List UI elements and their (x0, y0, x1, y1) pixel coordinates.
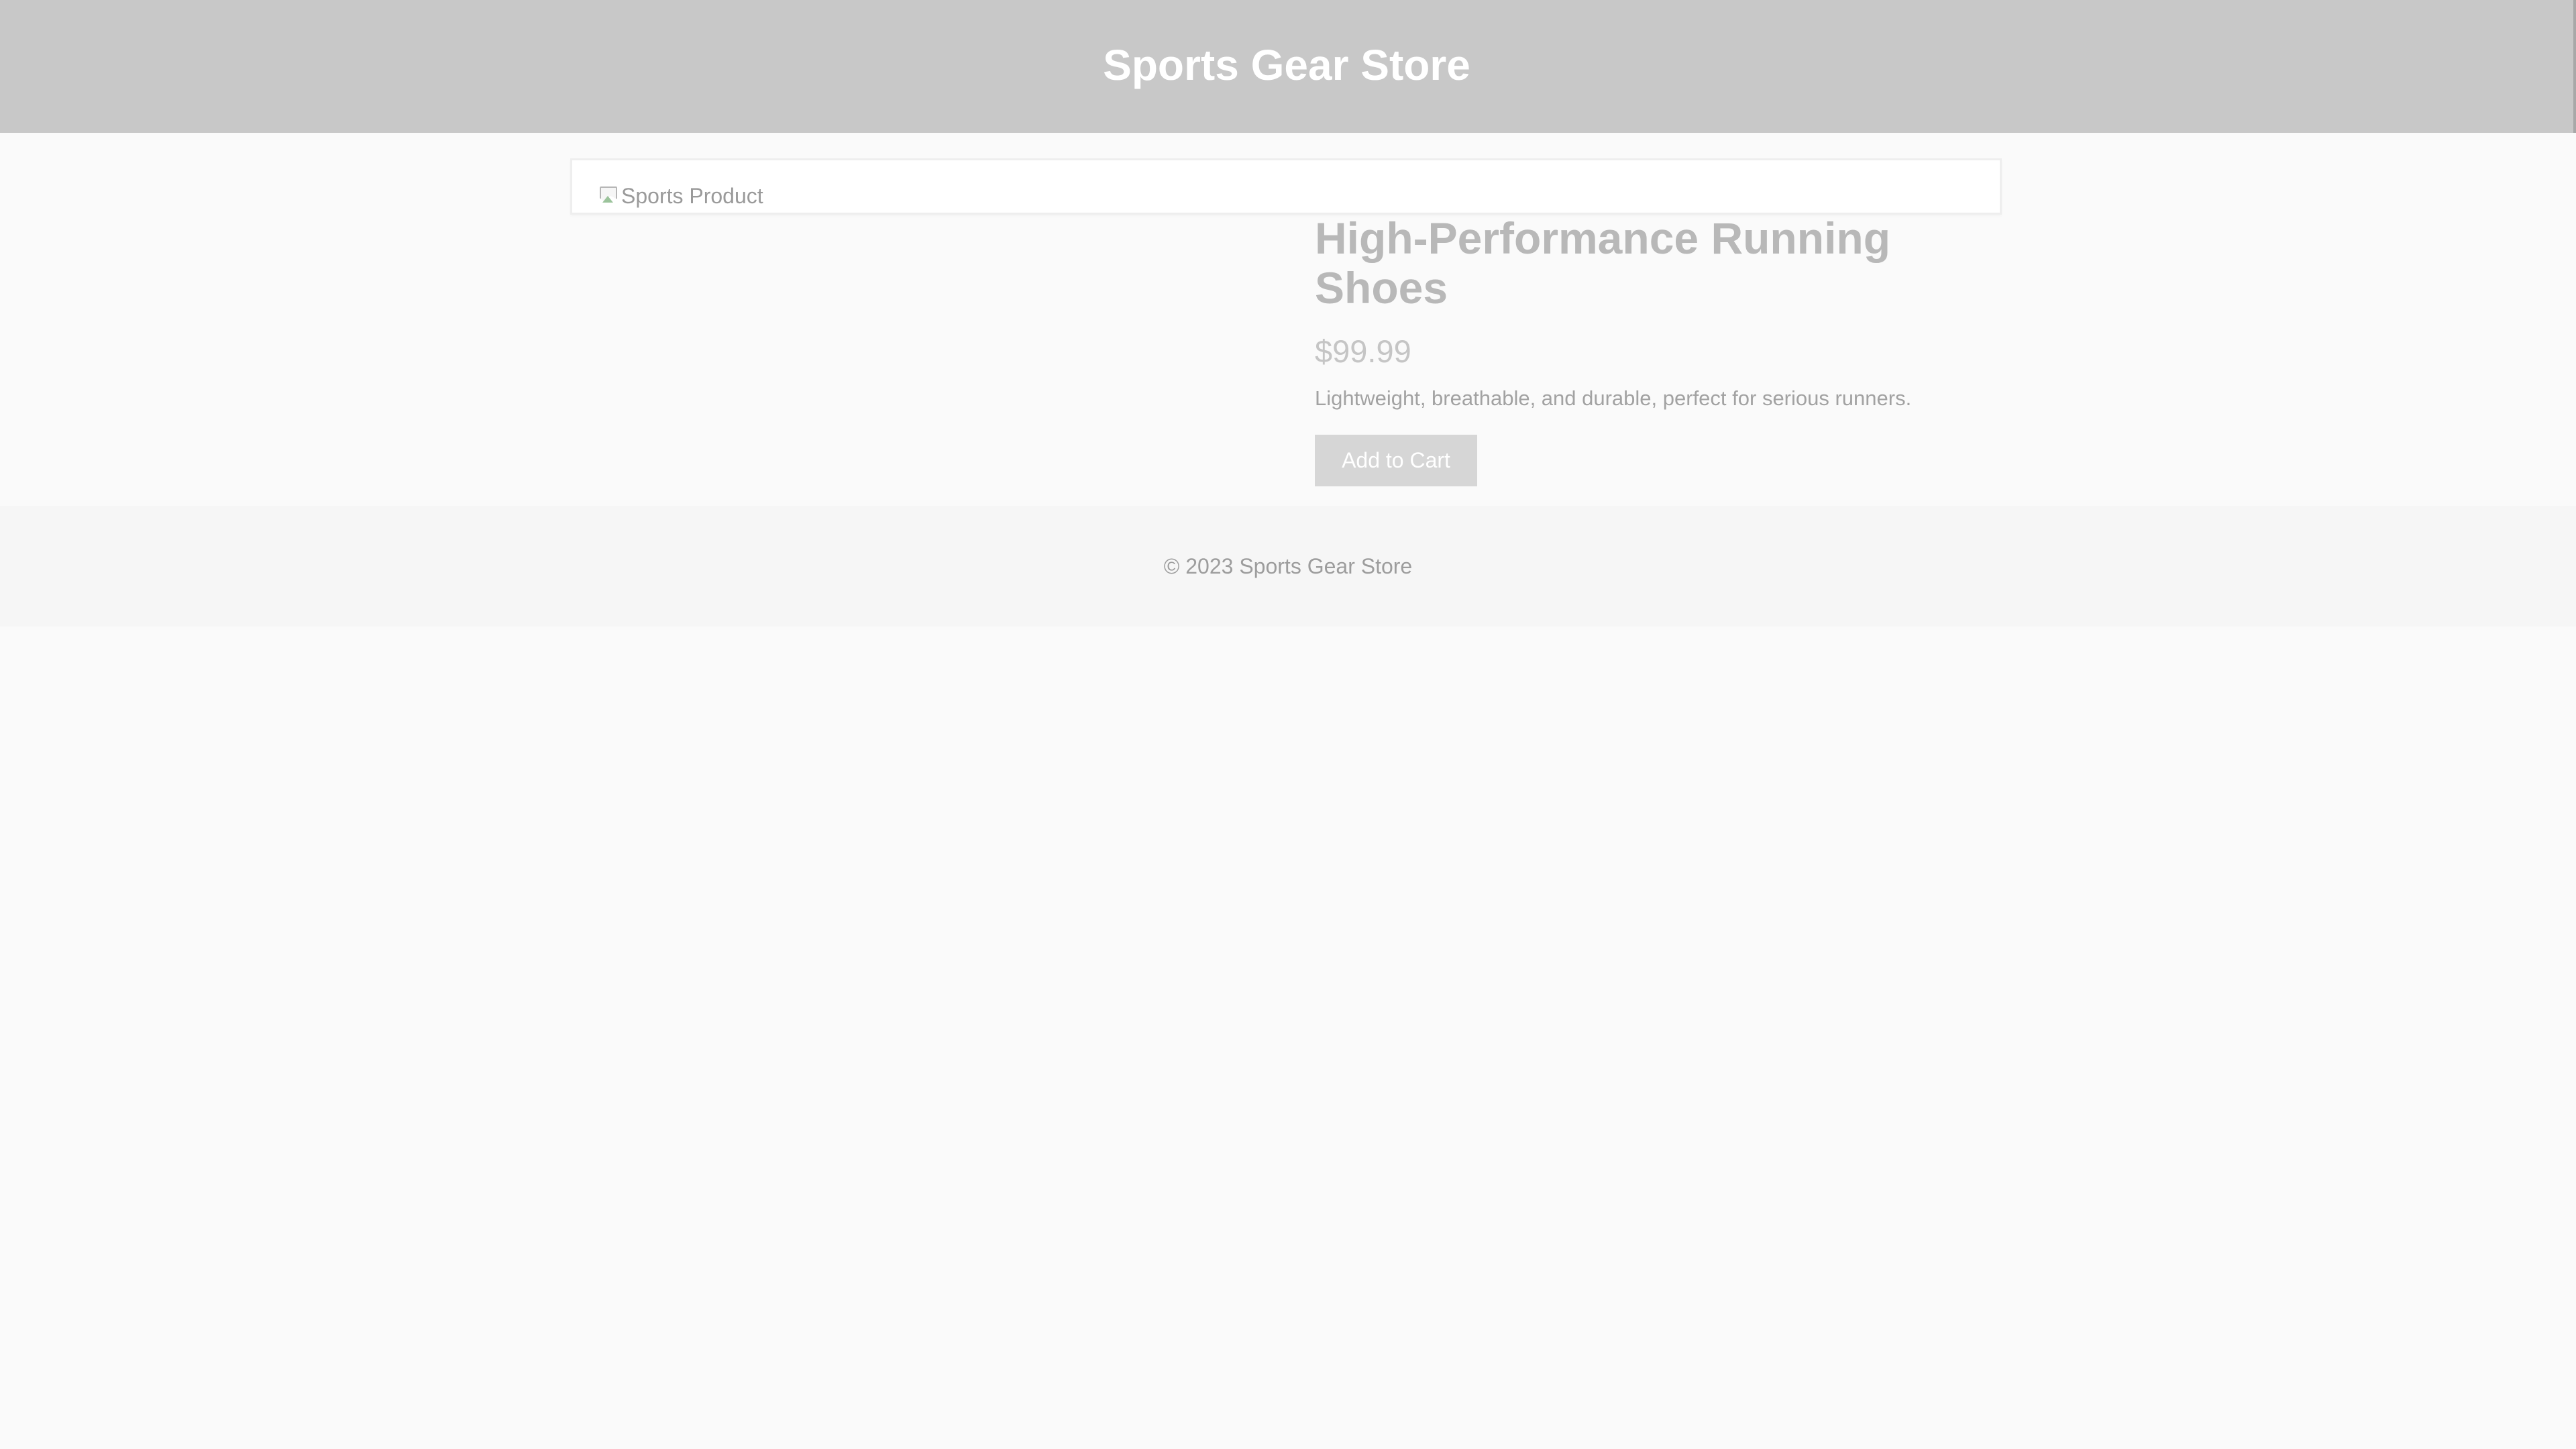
product-image: Sports Product (598, 184, 763, 209)
product-price: $99.99 (1315, 333, 1411, 369)
product-details: High-Performance Running Shoes $99.99 Li… (1315, 213, 1992, 486)
add-to-cart-button[interactable]: Add to Cart (1315, 435, 1477, 486)
product-description: Lightweight, breathable, and durable, pe… (1315, 386, 1912, 410)
copyright-text: © 2023 Sports Gear Store (1163, 553, 1413, 578)
site-header: Sports Gear Store (0, 0, 2576, 133)
broken-image-icon (598, 185, 619, 208)
site-footer: © 2023 Sports Gear Store (0, 506, 2576, 627)
site-title: Sports Gear Store (1103, 41, 1470, 89)
product-card (570, 158, 2002, 215)
product-title: High-Performance Running Shoes (1315, 213, 1891, 313)
product-image-alt-text: Sports Product (621, 184, 763, 208)
